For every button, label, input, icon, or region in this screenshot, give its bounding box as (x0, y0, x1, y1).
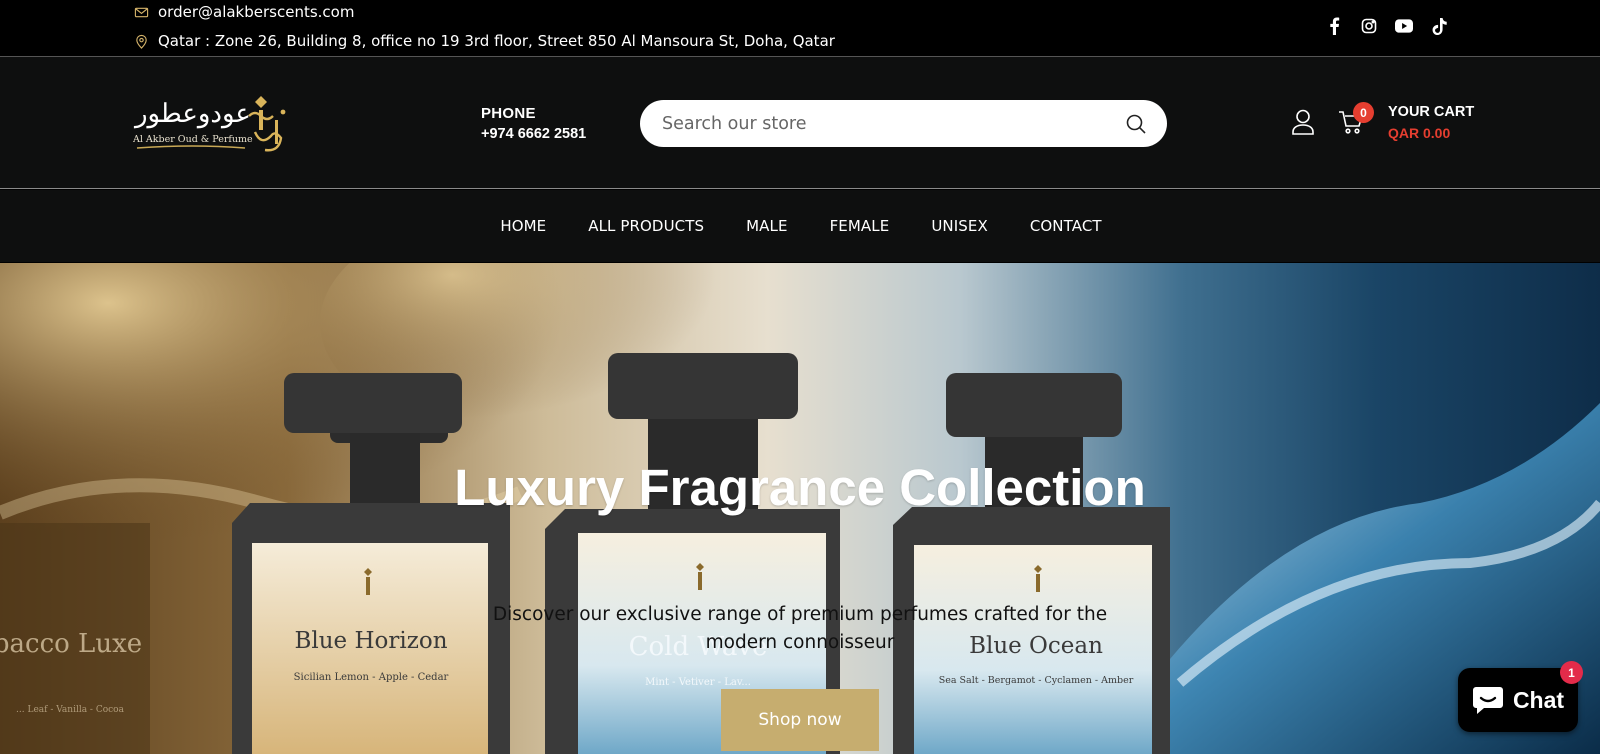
svg-text:Blue Horizon: Blue Horizon (294, 628, 447, 654)
site-header: عودوعطور Al Akber Oud & Perfume PHONE +9… (0, 57, 1600, 189)
nav-item-home[interactable]: HOME (479, 217, 567, 235)
email-row[interactable]: order@alakberscents.com (134, 3, 354, 21)
phone-label: PHONE (481, 105, 536, 122)
contact-email[interactable]: order@alakberscents.com (158, 3, 354, 21)
cart-label: YOUR CART (1388, 104, 1475, 120)
cart-count-badge: 0 (1353, 102, 1374, 123)
hero-banner: Tobacco Luxe ... Leaf - Vanilla - Cocoa … (0, 263, 1600, 754)
chat-notification-badge: 1 (1560, 661, 1583, 684)
instagram-icon[interactable] (1360, 17, 1378, 35)
search-icon[interactable] (1125, 113, 1147, 135)
nav-item-all-products[interactable]: ALL PRODUCTS (567, 217, 725, 235)
nav-item-female[interactable]: FEMALE (809, 217, 911, 235)
svg-text:Sea Salt - Bergamot - Cyclamen: Sea Salt - Bergamot - Cyclamen - Amber (939, 675, 1134, 686)
nav-item-male[interactable]: MALE (725, 217, 808, 235)
shop-now-button[interactable]: Shop now (721, 689, 879, 751)
svg-text:Tobacco Luxe: Tobacco Luxe (0, 629, 142, 659)
account-icon[interactable] (1291, 109, 1315, 135)
search-input[interactable] (662, 113, 1125, 134)
phone-block: PHONE +974 6662 2581 (481, 105, 586, 142)
youtube-icon[interactable] (1395, 17, 1413, 35)
facebook-icon[interactable] (1325, 17, 1343, 35)
svg-text:Mint - Vetiver - Lav...: Mint - Vetiver - Lav... (645, 677, 751, 688)
svg-text:Al Akber Oud & Perfume: Al Akber Oud & Perfume (133, 134, 253, 145)
nav-item-contact[interactable]: CONTACT (1009, 217, 1123, 235)
cart-summary[interactable]: YOUR CART QAR 0.00 (1388, 104, 1474, 141)
chat-button[interactable]: Chat (1458, 668, 1578, 732)
mail-icon (134, 7, 149, 17)
social-links (1325, 17, 1448, 35)
main-nav: HOME ALL PRODUCTS MALE FEMALE UNISEX CON… (0, 190, 1600, 262)
chat-label: Chat (1512, 686, 1565, 713)
phone-number[interactable]: +974 6662 2581 (481, 126, 586, 142)
map-pin-icon (136, 34, 147, 49)
chat-bubble-icon (1472, 687, 1503, 714)
top-bar: order@alakberscents.com Qatar : Zone 26,… (0, 0, 1600, 57)
svg-text:... Leaf - Vanilla - Cocoa: ... Leaf - Vanilla - Cocoa (16, 705, 125, 715)
store-logo[interactable]: عودوعطور Al Akber Oud & Perfume (132, 90, 293, 156)
hero-title: Luxury Fragrance Collection (454, 459, 1146, 516)
hero-subtitle: Discover our exclusive range of premium … (492, 604, 1108, 653)
svg-text:Sicilian Lemon - Apple - Cedar: Sicilian Lemon - Apple - Cedar (294, 672, 449, 683)
search-bar (640, 100, 1167, 147)
nav-item-unisex[interactable]: UNISEX (910, 217, 1009, 235)
cart-total: QAR 0.00 (1388, 125, 1451, 141)
address-row: Qatar : Zone 26, Building 8, office no 1… (134, 32, 835, 50)
svg-text:عودوعطور: عودوعطور (133, 99, 251, 129)
store-address: Qatar : Zone 26, Building 8, office no 1… (158, 32, 835, 50)
tiktok-icon[interactable] (1430, 17, 1448, 35)
